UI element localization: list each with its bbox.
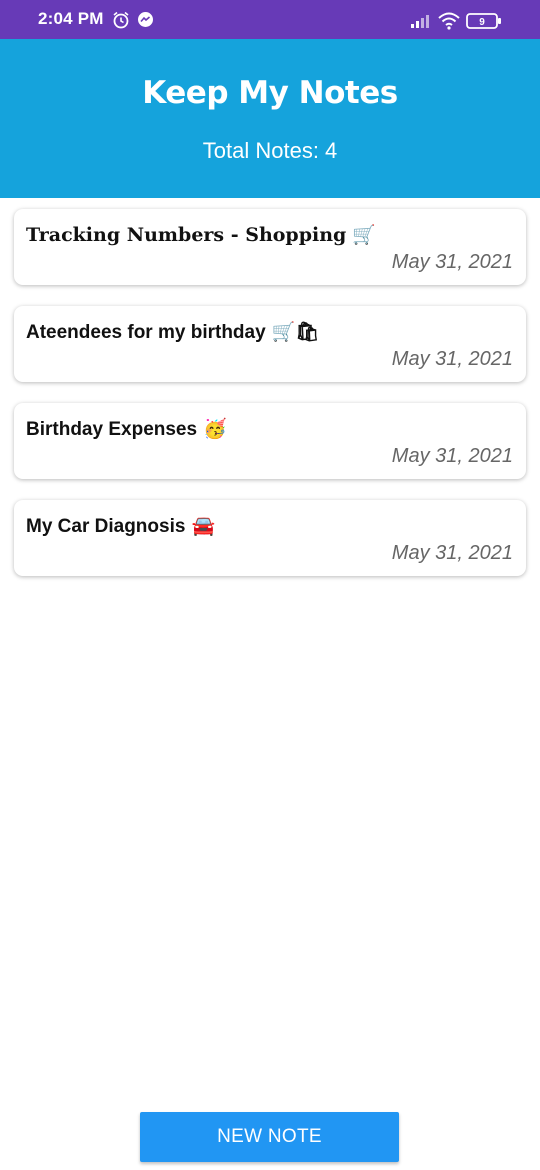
shopping-cart-icon: 🛒	[352, 224, 376, 246]
car-icon: 🚘	[191, 515, 216, 537]
note-title: Tracking Numbers - Shopping 🛒	[26, 223, 376, 246]
note-card[interactable]: Ateendees for my birthday 🛒🛍 May 31, 2021	[14, 306, 526, 382]
party-face-icon: 🥳	[203, 418, 227, 440]
total-notes-count: 4	[324, 138, 338, 163]
shopping-bags-icon: 🛒🛍	[271, 321, 320, 343]
note-title: Ateendees for my birthday 🛒🛍	[26, 320, 319, 344]
note-title: My Car Diagnosis 🚘	[26, 514, 215, 538]
status-time: 2:04 PM	[38, 9, 104, 28]
note-date: May 31, 2021	[391, 542, 513, 564]
app-title: Keep My Notes	[142, 75, 398, 111]
note-title-text: My Car Diagnosis	[26, 516, 186, 537]
note-title-text: Tracking Numbers - Shopping	[26, 224, 347, 246]
note-card[interactable]: Birthday Expenses 🥳 May 31, 2021	[14, 403, 526, 479]
signal-icon	[411, 14, 431, 33]
note-date: May 31, 2021	[391, 445, 513, 467]
note-date: May 31, 2021	[391, 251, 513, 273]
battery-level: 9	[479, 17, 485, 28]
app-header: Keep My Notes Total Notes: 4	[0, 39, 540, 198]
total-notes-label: Total Notes:	[202, 138, 319, 163]
note-card[interactable]: My Car Diagnosis 🚘 May 31, 2021	[14, 500, 526, 576]
alarm-icon	[112, 11, 130, 34]
note-title-text: Birthday Expenses	[26, 419, 198, 440]
note-title-text: Ateendees for my birthday	[26, 322, 266, 343]
wifi-icon	[438, 12, 460, 35]
status-bar: 2:04 PM 9	[0, 0, 540, 39]
note-card[interactable]: Tracking Numbers - Shopping 🛒 May 31, 202…	[14, 209, 526, 285]
messenger-icon	[137, 11, 154, 33]
new-note-button[interactable]: NEW NOTE	[140, 1112, 399, 1162]
notes-list: Tracking Numbers - Shopping 🛒 May 31, 202…	[14, 209, 526, 597]
note-date: May 31, 2021	[391, 348, 513, 370]
battery-icon: 9	[466, 13, 502, 34]
total-notes: Total Notes: 4	[0, 138, 540, 164]
note-title: Birthday Expenses 🥳	[26, 417, 227, 441]
